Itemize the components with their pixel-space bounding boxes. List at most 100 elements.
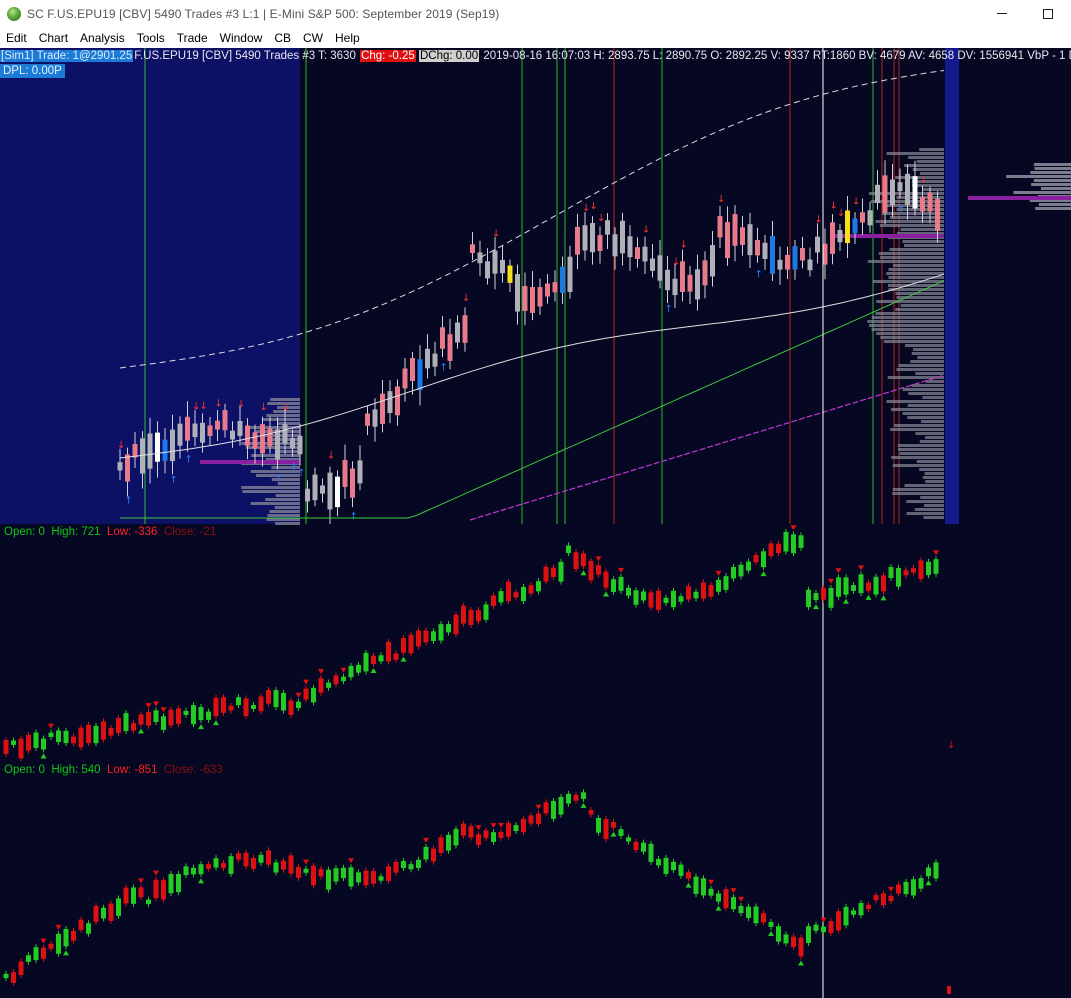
indicator-candle <box>341 676 346 682</box>
indicator-candle <box>911 879 916 896</box>
indicator-candle <box>641 591 646 601</box>
down-triangle-icon <box>858 565 864 571</box>
price-candle <box>342 459 348 487</box>
chart-area[interactable]: ↓ ↑ ↑ ↑ ↓ ↓ ↓ ↓ ↓ ↑ ↓ ↑ ↑ ↓ ↑ ↑ ↓ ↓ ↓ ↓ ↓ ↓ ↑ ↓ ↓ ↓ ↑ ↓ ↓ ↓ ↓ ↑ ↓ ↓ [Sim1… <box>0 48 1071 998</box>
up-triangle-icon <box>843 598 849 604</box>
indicator-candle <box>753 555 759 563</box>
volume-profile-bar <box>265 498 300 501</box>
down-triangle-icon <box>40 938 47 944</box>
indicator-candle <box>288 700 294 715</box>
menu-window[interactable]: Window <box>214 28 269 48</box>
indicator-candle <box>183 710 189 715</box>
indicator-candle <box>48 732 54 738</box>
volume-profile-bar <box>881 212 944 215</box>
price-candle <box>125 454 130 482</box>
indicator-candle <box>221 697 226 713</box>
sell-arrow-icon: ↓ <box>200 401 208 412</box>
volume-profile-bar <box>868 324 944 327</box>
indicator-candle <box>798 937 804 957</box>
indicator-candle <box>791 534 796 554</box>
indicator-candle <box>813 924 819 931</box>
maximize-button[interactable] <box>1025 0 1071 27</box>
indicator-candle <box>401 861 406 869</box>
price-candle <box>935 198 940 231</box>
down-triangle-icon <box>933 550 939 556</box>
indicator-candle <box>521 818 526 833</box>
indicator-candle <box>206 864 211 869</box>
indicator-candle <box>258 854 264 863</box>
price-candle <box>650 258 655 271</box>
down-triangle-icon <box>828 578 834 584</box>
menu-help[interactable]: Help <box>329 28 366 48</box>
price-candle <box>552 282 558 293</box>
indicator-candle <box>483 830 489 839</box>
volume-profile-bar <box>907 416 944 419</box>
price-candle <box>155 432 160 462</box>
volume-profile-bar <box>922 476 944 479</box>
down-triangle-icon <box>820 917 827 923</box>
indicator-candle <box>836 911 841 931</box>
price-candle <box>927 192 933 212</box>
menu-edit[interactable]: Edit <box>0 28 33 48</box>
indicator-candle <box>536 813 541 824</box>
volume-profile-bar <box>897 444 944 447</box>
indicator-candle <box>776 926 781 942</box>
price-candle <box>665 269 670 291</box>
indicator-candle <box>438 837 444 853</box>
indicator-candle <box>393 653 399 660</box>
indicator-candle <box>348 867 354 887</box>
price-candle <box>642 246 648 262</box>
price-candle <box>170 429 175 462</box>
volume-profile-bar <box>911 352 944 355</box>
price-candle <box>290 437 295 449</box>
indicator-candle <box>446 834 451 851</box>
maximize-icon <box>1043 8 1053 19</box>
indicator-candle <box>551 567 556 578</box>
indicator-candle <box>633 841 639 850</box>
price-candle <box>597 235 603 252</box>
app-globe-icon[interactable] <box>7 6 21 21</box>
indicator-candle <box>401 638 406 653</box>
price-candle <box>687 274 693 292</box>
indicator-candle <box>71 736 76 744</box>
price-candle <box>192 423 198 438</box>
up-triangle-icon <box>370 667 377 673</box>
indicator-candle <box>926 867 931 877</box>
volume-profile-bar <box>911 384 944 387</box>
indicator-candle <box>258 696 264 712</box>
sim-trade-badge[interactable]: [Sim1] Trade: 1@2901.25 <box>0 50 134 62</box>
up-triangle-icon <box>213 720 219 726</box>
menu-trade[interactable]: Trade <box>171 28 214 48</box>
price-chart-canvas[interactable]: ↓↑↑↑↓ ↓ ↓ ↓ ↓↑↓↑↑↓↑↑↓↓↓ ↓↓↓↑↓↓↓↑↓↓↓↓↑↓↓ <box>0 48 1071 998</box>
menu-chart[interactable]: Chart <box>33 28 74 48</box>
indicator-candle <box>858 903 864 916</box>
indicator-candle <box>716 893 721 902</box>
volume-profile-bar <box>923 516 944 519</box>
indicator-candle <box>431 848 436 862</box>
minimize-button[interactable] <box>979 0 1025 27</box>
up-triangle-icon <box>925 880 932 886</box>
indicator-candle <box>611 821 616 828</box>
sg2-high: High: 540 <box>51 764 101 776</box>
menu-cb[interactable]: CB <box>268 28 297 48</box>
volume-profile-bar <box>908 156 944 159</box>
menu-tools[interactable]: Tools <box>131 28 171 48</box>
indicator-candle <box>468 609 474 625</box>
price-candle <box>500 259 505 274</box>
volume-profile-bar <box>872 280 944 283</box>
indicator-candle <box>896 884 901 894</box>
down-triangle-icon <box>160 707 167 713</box>
indicator-candle <box>138 887 144 898</box>
down-triangle-icon <box>303 679 309 685</box>
menu-analysis[interactable]: Analysis <box>74 28 131 48</box>
indicator-candle <box>851 585 856 591</box>
indicator-candle <box>738 905 744 914</box>
down-triangle-icon <box>340 667 347 673</box>
buy-arrow-icon: ↑ <box>125 496 133 507</box>
up-triangle-icon <box>760 571 767 577</box>
indicator-candle <box>176 708 181 724</box>
menu-cw[interactable]: CW <box>297 28 329 48</box>
volume-profile-bar <box>914 508 944 511</box>
indicator-candle <box>528 815 534 824</box>
price-candle <box>470 244 475 253</box>
